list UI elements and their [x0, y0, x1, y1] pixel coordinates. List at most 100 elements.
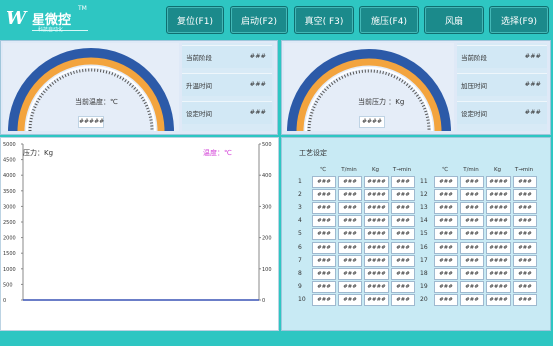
- pressure-button[interactable]: 施压(F4): [359, 6, 419, 34]
- process-cell-input[interactable]: ###: [513, 293, 537, 306]
- process-cell-input[interactable]: ###: [338, 228, 362, 241]
- process-cell-input[interactable]: ###: [338, 215, 362, 228]
- process-cell-input[interactable]: ###: [312, 202, 336, 215]
- process-cell-input[interactable]: ####: [486, 189, 511, 202]
- process-cell-input[interactable]: ####: [486, 176, 511, 188]
- process-cell-input[interactable]: ###: [312, 189, 336, 202]
- process-cell-input[interactable]: ###: [312, 280, 336, 293]
- process-cell-input[interactable]: ####: [364, 267, 389, 280]
- process-cell-input[interactable]: ####: [486, 202, 511, 215]
- process-cell-input[interactable]: ###: [460, 189, 484, 202]
- process-cell-input[interactable]: ####: [486, 280, 511, 293]
- process-cell-input[interactable]: ###: [391, 280, 415, 293]
- column-header: T/min: [463, 167, 479, 173]
- heat-time-label: 升温时间: [186, 82, 212, 90]
- set-time-value: ###: [249, 108, 266, 116]
- process-cell-input[interactable]: ###: [312, 228, 336, 241]
- pressure-stage-value: ###: [524, 52, 541, 60]
- row-number: 10: [298, 295, 306, 303]
- process-cell-input[interactable]: ####: [364, 280, 389, 293]
- process-cell-input[interactable]: ###: [338, 280, 362, 293]
- process-cell-input[interactable]: ###: [434, 215, 458, 228]
- process-cell-input[interactable]: ###: [513, 241, 537, 254]
- process-cell-input[interactable]: ###: [312, 241, 336, 254]
- process-cell-input[interactable]: ####: [486, 215, 511, 228]
- process-cell-input[interactable]: ###: [460, 267, 484, 280]
- process-cell-input[interactable]: ###: [338, 267, 362, 280]
- process-cell-input[interactable]: ###: [312, 293, 336, 306]
- process-cell-input[interactable]: ####: [364, 215, 389, 228]
- process-cell-input[interactable]: ###: [460, 228, 484, 241]
- process-cell-input[interactable]: ###: [434, 293, 458, 306]
- process-cell-input[interactable]: ###: [434, 254, 458, 267]
- select-button[interactable]: 选择(F9): [489, 6, 549, 34]
- process-cell-input[interactable]: ####: [486, 228, 511, 241]
- process-cell-input[interactable]: ###: [513, 215, 537, 228]
- process-cell-input[interactable]: ###: [338, 189, 362, 202]
- process-cell-input[interactable]: ###: [513, 202, 537, 215]
- process-cell-input[interactable]: ####: [364, 176, 389, 188]
- process-cell-input[interactable]: ###: [434, 267, 458, 280]
- process-cell-input[interactable]: ###: [391, 293, 415, 306]
- trend-chart: 5000 4500 4000 3500 3000 2500 2000 1500 1000 500 0…: [0, 137, 279, 331]
- process-cell-input[interactable]: ###: [434, 241, 458, 254]
- process-cell-input[interactable]: ###: [312, 215, 336, 228]
- process-cell-input[interactable]: ###: [513, 189, 537, 202]
- process-cell-input[interactable]: ####: [364, 189, 389, 202]
- process-cell-input[interactable]: ###: [434, 176, 458, 188]
- pressure-stage-row: 当前阶段 ###: [457, 45, 547, 68]
- process-cell-input[interactable]: ###: [338, 202, 362, 215]
- process-cell-input[interactable]: ###: [434, 280, 458, 293]
- process-cell-input[interactable]: ###: [391, 202, 415, 215]
- process-cell-input[interactable]: ###: [391, 241, 415, 254]
- logo-mark: W: [6, 8, 27, 29]
- process-cell-input[interactable]: ###: [513, 280, 537, 293]
- process-cell-input[interactable]: ###: [338, 176, 362, 188]
- process-cell-input[interactable]: ####: [364, 202, 389, 215]
- process-cell-input[interactable]: ###: [391, 215, 415, 228]
- process-cell-input[interactable]: ####: [486, 241, 511, 254]
- process-cell-input[interactable]: ###: [391, 228, 415, 241]
- process-cell-input[interactable]: ###: [391, 176, 415, 188]
- process-cell-input[interactable]: ###: [460, 241, 484, 254]
- process-cell-input[interactable]: ###: [460, 280, 484, 293]
- process-cell-input[interactable]: ####: [486, 254, 511, 267]
- start-button[interactable]: 启动(F2): [230, 6, 288, 34]
- left-tick-label: 4500: [3, 158, 16, 164]
- process-cell-input[interactable]: ####: [486, 267, 511, 280]
- process-cell-input[interactable]: ###: [312, 254, 336, 267]
- process-cell-input[interactable]: ###: [312, 176, 336, 188]
- process-cell-input[interactable]: ####: [364, 254, 389, 267]
- pressure-gauge-area: 当前压力 ：Kg ####: [284, 43, 454, 131]
- process-cell-input[interactable]: ###: [460, 215, 484, 228]
- reset-button[interactable]: 复位(F1): [166, 6, 224, 34]
- process-cell-input[interactable]: ###: [338, 241, 362, 254]
- process-cell-input[interactable]: ###: [460, 293, 484, 306]
- process-cell-input[interactable]: ###: [434, 202, 458, 215]
- process-cell-input[interactable]: ###: [513, 267, 537, 280]
- process-cell-input[interactable]: ###: [460, 176, 484, 188]
- logo-tm: TM: [78, 5, 87, 12]
- fan-button[interactable]: 风扇: [424, 6, 484, 34]
- process-cell-input[interactable]: ###: [513, 176, 537, 188]
- process-cell-input[interactable]: ###: [391, 254, 415, 267]
- process-cell-input[interactable]: ###: [513, 254, 537, 267]
- process-cell-input[interactable]: ###: [513, 228, 537, 241]
- process-cell-input[interactable]: ###: [460, 202, 484, 215]
- process-cell-input[interactable]: ####: [364, 241, 389, 254]
- process-cell-input[interactable]: ###: [391, 267, 415, 280]
- row-number: 8: [298, 269, 302, 277]
- process-cell-input[interactable]: ###: [434, 189, 458, 202]
- vacuum-button[interactable]: 真空( F3): [294, 6, 354, 34]
- pressure-axis-label: 压力：Kg: [23, 149, 54, 157]
- process-cell-input[interactable]: ####: [364, 293, 389, 306]
- left-tick-label: 2000: [3, 236, 16, 242]
- process-cell-input[interactable]: ####: [486, 293, 511, 306]
- process-cell-input[interactable]: ###: [391, 189, 415, 202]
- process-cell-input[interactable]: ###: [460, 254, 484, 267]
- process-cell-input[interactable]: ###: [338, 293, 362, 306]
- process-cell-input[interactable]: ####: [364, 228, 389, 241]
- process-cell-input[interactable]: ###: [338, 254, 362, 267]
- process-cell-input[interactable]: ###: [312, 267, 336, 280]
- process-cell-input[interactable]: ###: [434, 228, 458, 241]
